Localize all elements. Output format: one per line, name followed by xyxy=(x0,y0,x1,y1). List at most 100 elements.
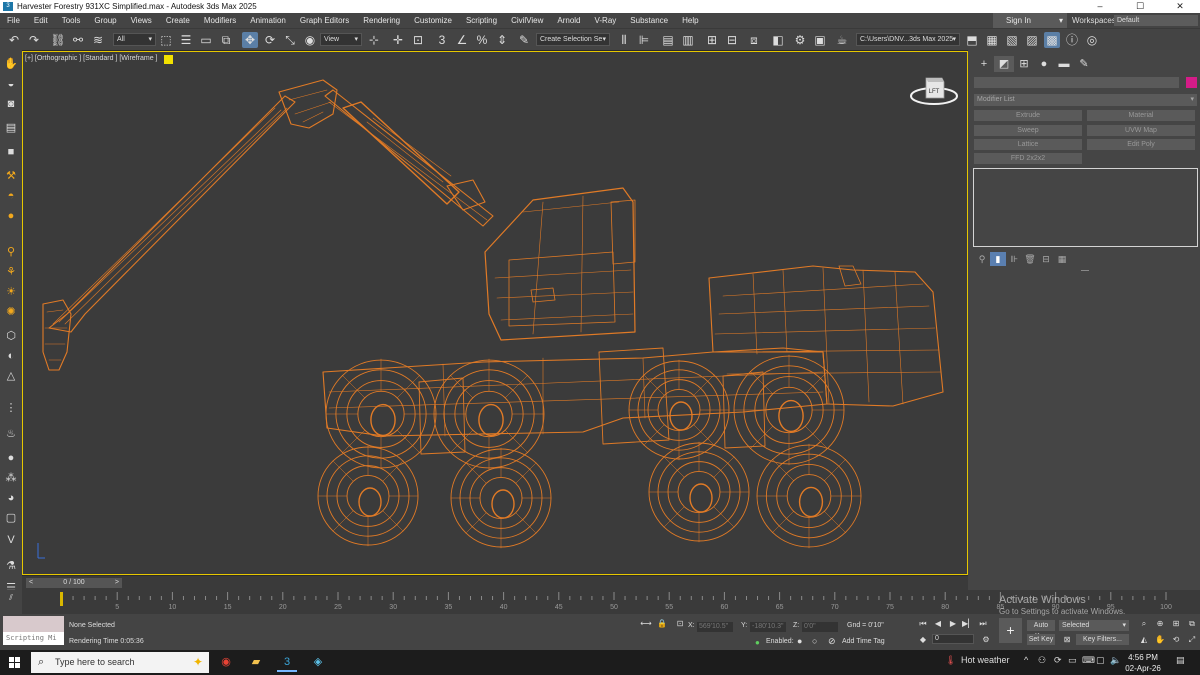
menu-views[interactable]: Views xyxy=(124,13,159,28)
scale-icon[interactable]: ⤡ xyxy=(282,32,298,48)
utilities-tab-icon[interactable]: ✎ xyxy=(1074,56,1094,72)
angle-snap-icon[interactable]: ∠ xyxy=(454,32,470,48)
schematic-view-icon[interactable]: ⧈ xyxy=(746,32,762,48)
tray-overflow-icon[interactable]: ^ xyxy=(1024,655,1028,665)
modifier-lattice-button[interactable]: Lattice xyxy=(974,139,1082,150)
weather-text[interactable]: Hot weather xyxy=(961,655,1010,665)
menu-rendering[interactable]: Rendering xyxy=(356,13,407,28)
orbit-icon[interactable]: ⟲ xyxy=(1170,634,1182,646)
unlink-icon[interactable]: ⚯ xyxy=(70,32,86,48)
object-color-swatch[interactable] xyxy=(1186,77,1197,88)
taskbar-clock[interactable]: 4:56 PM 02-Apr-26 xyxy=(1122,652,1164,674)
zoom-all-icon[interactable]: ⊕ xyxy=(1154,618,1166,630)
cube-icon[interactable]: ⬡ xyxy=(3,328,19,344)
maxscript-mini-listener[interactable] xyxy=(3,616,64,632)
zoom-extents-all-icon[interactable]: ⧉ xyxy=(1186,618,1198,630)
create-tab-icon[interactable]: + xyxy=(974,56,994,72)
taskbar-search-box[interactable]: ⌕ Type here to search ✦ xyxy=(31,652,209,673)
named-selection-dropdown[interactable]: Create Selection Se xyxy=(536,33,610,46)
modifier-material-button[interactable]: Material xyxy=(1087,110,1195,121)
tool-panel-icon[interactable]: ▧ xyxy=(1004,32,1020,48)
rotate-icon[interactable]: ⟳ xyxy=(262,32,278,48)
set-key-big-button[interactable]: + xyxy=(999,618,1022,643)
show-end-result-icon[interactable]: ▮ xyxy=(990,252,1006,266)
menu-animation[interactable]: Animation xyxy=(243,13,293,28)
maximize-viewport-icon[interactable]: ⤢ xyxy=(1186,634,1198,646)
zoom-extents-icon[interactable]: ⊞ xyxy=(1170,618,1182,630)
tray-keyboard-icon[interactable]: ⌨ xyxy=(1082,655,1095,666)
3dsmax-taskbar-icon[interactable]: 3 xyxy=(277,653,297,672)
menu-help[interactable]: Help xyxy=(675,13,705,28)
play-icon[interactable]: ▶ xyxy=(947,618,959,630)
menu-scripting[interactable]: Scripting xyxy=(459,13,504,28)
percent-snap-icon[interactable]: % xyxy=(474,32,490,48)
y-coordinate-field[interactable]: -180'10.3" xyxy=(750,622,786,632)
current-frame-marker[interactable] xyxy=(60,592,63,606)
modifier-extrude-button[interactable]: Extrude xyxy=(974,110,1082,121)
go-to-end-icon[interactable]: ⏭ xyxy=(977,618,989,630)
perspective-viewport[interactable]: [+] [Orthographic ] [Standard ] [Wirefra… xyxy=(22,51,968,575)
windows-start-icon[interactable] xyxy=(9,657,20,668)
absolute-mode-icon[interactable]: ⊡ xyxy=(674,618,686,630)
modify-tab-icon[interactable]: ◩ xyxy=(994,56,1014,72)
pan-icon[interactable]: ✋ xyxy=(1154,634,1166,646)
set-key-button[interactable]: Set Key xyxy=(1027,634,1055,645)
remove-modifier-icon[interactable]: 🗑 xyxy=(1022,252,1038,266)
notification-icon[interactable]: ▤ xyxy=(1176,655,1185,666)
isolate-selection-icon[interactable]: ⟷ xyxy=(640,618,652,630)
project-icon[interactable]: ⬒ xyxy=(964,32,980,48)
current-frame-field[interactable]: 0 xyxy=(932,634,974,644)
bind-space-warp-icon[interactable]: ≋ xyxy=(90,32,106,48)
select-object-icon[interactable]: ⬚ xyxy=(158,32,174,48)
go-to-start-icon[interactable]: ⏮ xyxy=(917,618,929,630)
time-configuration-icon[interactable]: ⚙ xyxy=(980,634,992,646)
time-slider[interactable]: 0 / 100 xyxy=(26,578,122,588)
add-time-tag-button[interactable]: Add Time Tag xyxy=(842,638,885,645)
save-active-icon[interactable]: ▩ xyxy=(1044,32,1060,48)
menu-group[interactable]: Group xyxy=(87,13,123,28)
viewcube-widget[interactable]: LFT xyxy=(908,72,960,112)
shader-ball-icon[interactable]: ◕ xyxy=(3,490,19,506)
stack-settings-icon[interactable]: ▦ xyxy=(1054,252,1070,266)
tray-app-icon[interactable]: ⚇ xyxy=(1038,655,1046,666)
enabled-toggle-icon[interactable]: ● xyxy=(797,636,802,646)
undo-icon[interactable]: ↶ xyxy=(6,32,22,48)
tray-sync-icon[interactable]: ⟳ xyxy=(1054,655,1062,666)
configure-sets-icon[interactable]: ⊟ xyxy=(1038,252,1054,266)
helmet-icon[interactable]: ◓ xyxy=(3,188,19,204)
menu-civilview[interactable]: CivilView xyxy=(504,13,550,28)
viewport-layout-icon[interactable]: ▨ xyxy=(1024,32,1040,48)
pivot-center-icon[interactable]: ⊹ xyxy=(366,32,382,48)
render-production-icon[interactable]: ☕ xyxy=(834,32,850,48)
menu-substance[interactable]: Substance xyxy=(623,13,675,28)
z-coordinate-field[interactable]: 0'0" xyxy=(802,622,838,632)
sign-in-button[interactable]: Sign In xyxy=(993,13,1067,28)
menu-modifiers[interactable]: Modifiers xyxy=(197,13,243,28)
texture-icon[interactable]: ▢ xyxy=(3,510,19,526)
link-icon[interactable]: ⛓ xyxy=(50,32,66,48)
pin-stack-icon[interactable]: ⚲ xyxy=(974,252,990,266)
toggle-ribbon-icon[interactable]: ⊞ xyxy=(704,32,720,48)
mirror-icon[interactable]: ⫴ xyxy=(616,32,632,48)
maximize-icon[interactable]: ☐ xyxy=(1120,0,1160,13)
camera-icon[interactable]: ◙ xyxy=(3,96,19,112)
redo-icon[interactable]: ↷ xyxy=(26,32,42,48)
motion-tab-icon[interactable]: ● xyxy=(1034,56,1054,72)
file-explorer-icon[interactable]: ▰ xyxy=(246,653,266,672)
modeling-hand-icon[interactable]: ✋ xyxy=(3,56,19,72)
placement-icon[interactable]: ◉ xyxy=(302,32,318,48)
sun-icon[interactable]: ☀ xyxy=(3,284,19,300)
window-crossing-icon[interactable]: ⧉ xyxy=(218,32,234,48)
key-mode-toggle-icon[interactable]: ◆ xyxy=(917,634,929,646)
workspace-folder-icon[interactable]: ▦ xyxy=(984,32,1000,48)
edit-named-selection-icon[interactable]: ✎ xyxy=(516,32,532,48)
curve-editor-icon[interactable]: ⊟ xyxy=(724,32,740,48)
selection-lock-icon[interactable]: 🔒 xyxy=(656,618,668,630)
project-folder-dropdown[interactable]: C:\Users\DNV...3ds Max 2025 xyxy=(856,33,960,46)
tray-volume-icon[interactable]: 🔈 xyxy=(1110,655,1121,666)
object-paint-icon[interactable]: ◒ xyxy=(3,76,19,92)
modifier-uvw-map-button[interactable]: UVW Map xyxy=(1087,125,1195,136)
select-manipulate-icon[interactable]: ✛ xyxy=(390,32,406,48)
add-time-tag-icon[interactable]: ⊘ xyxy=(828,636,836,647)
harvester-wireframe-model[interactable] xyxy=(23,52,967,574)
